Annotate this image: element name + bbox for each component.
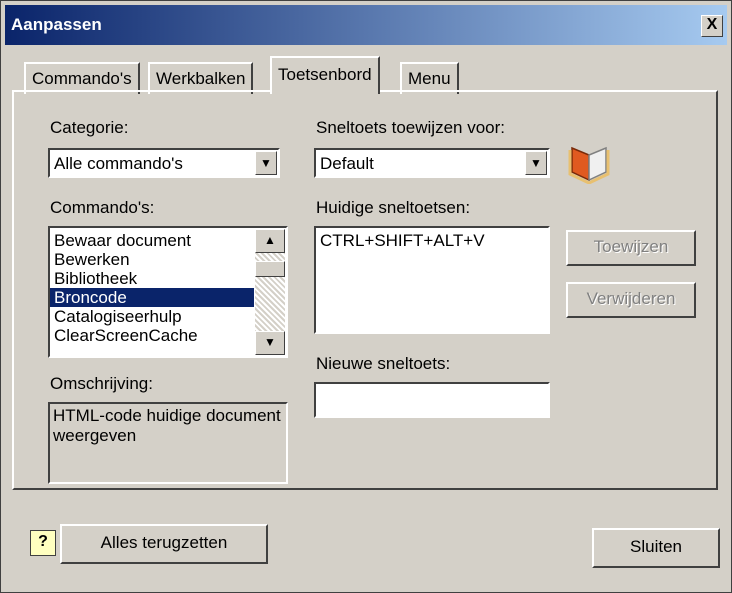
list-item[interactable]: Catalogiseerhulp [50, 307, 254, 326]
book-icon [566, 138, 612, 185]
categorie-value: Alle commando's [54, 154, 183, 173]
commandos-list[interactable]: Bewaar document Bewerken Bibliotheek Bro… [48, 226, 288, 358]
scroll-up-icon[interactable]: ▲ [255, 229, 285, 253]
chevron-down-icon[interactable]: ▼ [525, 151, 547, 175]
tab-label: Toetsenbord [278, 65, 372, 84]
tab-label: Commando's [32, 69, 132, 88]
help-icon[interactable]: ? [30, 530, 56, 556]
categorie-select[interactable]: Alle commando's ▼ [48, 148, 280, 178]
toewijzen-button[interactable]: Toewijzen [566, 230, 696, 266]
window-title: Aanpassen [11, 15, 102, 34]
chevron-down-icon[interactable]: ▼ [255, 151, 277, 175]
list-item-selected[interactable]: Broncode [50, 288, 254, 307]
list-item[interactable]: Bewerken [50, 250, 254, 269]
huidige-label: Huidige sneltoetsen: [316, 198, 471, 217]
alles-terugzetten-button[interactable]: Alles terugzetten [60, 524, 268, 564]
sluiten-button[interactable]: Sluiten [592, 528, 720, 568]
huidige-list[interactable]: CTRL+SHIFT+ALT+V [314, 226, 550, 334]
omschrijving-text: HTML-code huidige document weergeven [48, 402, 288, 484]
commandos-label: Commando's: [50, 198, 155, 217]
scroll-thumb[interactable] [255, 261, 285, 277]
nieuwe-sneltoets-input[interactable] [314, 382, 550, 418]
tab-toetsenbord[interactable]: Toetsenbord [270, 56, 380, 94]
tab-label: Werkbalken [156, 69, 246, 88]
sneltoets-select[interactable]: Default ▼ [314, 148, 550, 178]
list-scrollbar[interactable]: ▲ ▼ [255, 229, 285, 355]
close-button[interactable]: X [701, 15, 723, 37]
sneltoets-label: Sneltoets toewijzen voor: [316, 118, 505, 137]
omschrijving-label: Omschrijving: [50, 374, 153, 393]
sneltoets-value: Default [320, 154, 374, 173]
list-item[interactable]: Bibliotheek [50, 269, 254, 288]
verwijderen-button[interactable]: Verwijderen [566, 282, 696, 318]
categorie-label: Categorie: [50, 118, 129, 137]
title-bar: Aanpassen X [5, 5, 727, 45]
list-item[interactable]: ClearScreenCache [50, 326, 254, 345]
list-item[interactable]: Bewaar document [50, 231, 254, 250]
list-item[interactable]: CTRL+SHIFT+ALT+V [320, 231, 544, 251]
nieuwe-label: Nieuwe sneltoets: [316, 354, 451, 373]
scroll-down-icon[interactable]: ▼ [255, 331, 285, 355]
tab-label: Menu [408, 69, 451, 88]
